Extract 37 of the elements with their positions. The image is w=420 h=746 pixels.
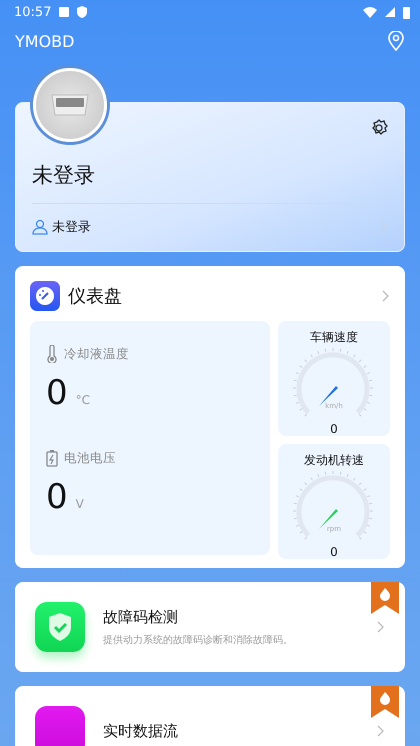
dashboard-title: 仪表盘: [68, 285, 122, 308]
feature-description: 提供动力系统的故障码诊断和消除故障码。: [103, 634, 294, 646]
reading-value: 0: [46, 477, 68, 517]
feature-title: 故障码检测: [103, 608, 179, 626]
reading-unit: °C: [76, 393, 90, 407]
hot-ribbon-icon: [371, 686, 399, 718]
feature-title: 实时数据流: [103, 722, 179, 740]
hot-ribbon-icon: [371, 582, 399, 614]
chevron-icon[interactable]: [377, 725, 385, 737]
shield-icon: [77, 6, 88, 18]
reading-label: 电池电压: [64, 450, 116, 466]
settings-icon[interactable]: [370, 119, 388, 137]
battery-icon: [46, 449, 58, 467]
reading-label: 冷却液温度: [64, 346, 129, 362]
gauge-value: 0: [330, 545, 338, 559]
status-time: 10:57: [14, 4, 52, 20]
location-pin-icon[interactable]: [388, 31, 404, 51]
thermometer-icon: [46, 345, 58, 363]
reading-unit: V: [76, 497, 84, 511]
gauge-label: 发动机转速: [304, 452, 364, 469]
signal-icon: [385, 7, 395, 17]
user-name: 未登录: [32, 162, 96, 189]
wifi-icon: [363, 6, 377, 18]
chevron-icon[interactable]: [377, 621, 385, 633]
feature-card[interactable]: 故障码检测 提供动力系统的故障码诊断和消除故障码。: [15, 582, 405, 672]
reading-value: 0: [46, 373, 68, 413]
chevron-icon[interactable]: [382, 290, 390, 302]
account-label[interactable]: 未登录: [52, 218, 91, 236]
battery-icon: [403, 6, 410, 18]
feature-card[interactable]: 实时数据流: [15, 686, 405, 746]
app-title: YMOBD: [15, 32, 74, 50]
speedometer-icon: [30, 281, 60, 311]
user-icon: [32, 219, 48, 235]
gauge-value: 0: [330, 422, 338, 436]
chevron-icon[interactable]: [380, 221, 388, 233]
gauge-label: 车辆速度: [310, 329, 358, 346]
shield-check-icon[interactable]: [35, 602, 85, 652]
